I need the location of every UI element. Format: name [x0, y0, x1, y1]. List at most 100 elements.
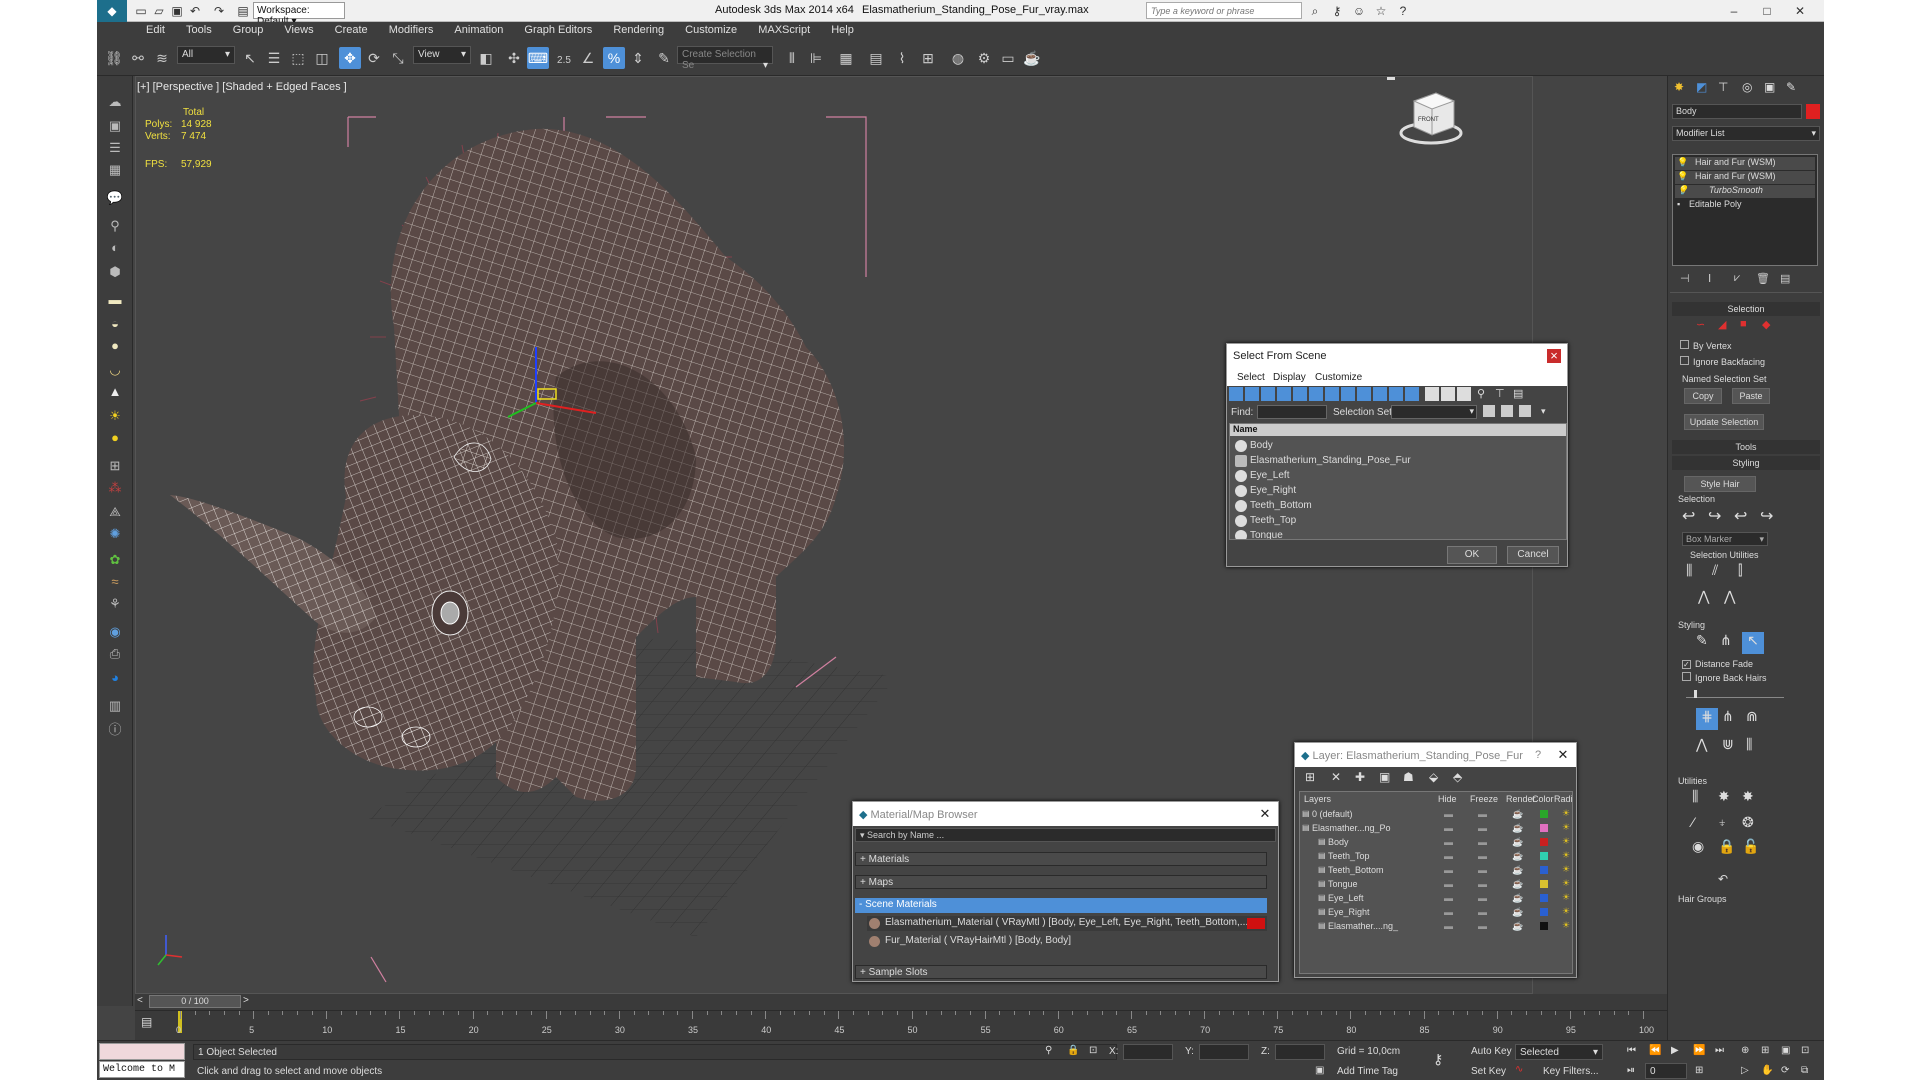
object-name-field[interactable]: Body: [1672, 104, 1802, 119]
bind-space-warp-icon[interactable]: ≋: [151, 47, 173, 69]
minimize-icon[interactable]: –: [1726, 3, 1742, 19]
list-item[interactable]: Fur_Material ( VRayHairMtl ) [Body, Body…: [867, 934, 1267, 949]
time-slider[interactable]: < 0 / 100 >: [135, 994, 1667, 1010]
hide-toggle[interactable]: ▬: [1444, 879, 1453, 889]
radiosity-toggle-icon[interactable]: ☀: [1562, 892, 1570, 903]
display-shapes-icon[interactable]: [1245, 387, 1259, 401]
radiosity-toggle-icon[interactable]: ☀: [1562, 850, 1570, 861]
freeze-all-icon[interactable]: ⬘: [1453, 770, 1462, 784]
table-row[interactable]: ▤ Eye_Right ▬ ▬ ☕ ☀: [1300, 906, 1572, 920]
auto-key-button[interactable]: Auto Key: [1471, 1046, 1512, 1057]
snaps-toggle-icon[interactable]: 2.5: [553, 47, 575, 69]
filter-icon[interactable]: ⚲: [1477, 387, 1491, 401]
modifier-stack-item[interactable]: 💡 Hair and Fur (WSM): [1675, 171, 1815, 184]
command-create-icon[interactable]: ☁: [105, 92, 125, 112]
render-toggle-icon[interactable]: ☕: [1512, 809, 1523, 820]
material-search-input[interactable]: ▾ Search by Name ...: [855, 828, 1276, 842]
previous-frame-icon[interactable]: ⏪: [1649, 1045, 1661, 1056]
layer-color-swatch[interactable]: [1540, 866, 1548, 874]
sfs-menu-select[interactable]: Select: [1237, 372, 1265, 383]
face-icon[interactable]: ■: [1740, 318, 1747, 330]
layer-color-swatch[interactable]: [1540, 880, 1548, 888]
invert-selection-icon[interactable]: ⫼: [1686, 562, 1692, 579]
next-frame-icon[interactable]: ⏩: [1693, 1045, 1705, 1056]
expand-selection-icon[interactable]: ⫿: [1738, 562, 1742, 579]
chat-icon[interactable]: 💬: [105, 188, 125, 208]
table-row[interactable]: ▤ Eye_Left ▬ ▬ ☕ ☀: [1300, 892, 1572, 906]
hide-toggle[interactable]: ▬: [1444, 921, 1453, 931]
freeze-toggle[interactable]: ▬: [1478, 865, 1487, 875]
table-row[interactable]: ▤ Teeth_Top ▬ ▬ ☕ ☀: [1300, 850, 1572, 864]
select-manipulate-icon[interactable]: ✣: [503, 47, 525, 69]
render-toggle-icon[interactable]: ☕: [1512, 823, 1523, 834]
reference-coordinate-dropdown[interactable]: View ▾: [413, 46, 471, 64]
vertex-icon[interactable]: ◢: [1718, 318, 1726, 331]
current-frame-field[interactable]: 0: [1645, 1063, 1687, 1079]
freeze-toggle[interactable]: ▬: [1478, 837, 1487, 847]
hair-cut-icon[interactable]: ⋔: [1720, 632, 1732, 649]
stand-hair-icon[interactable]: ⋔: [1722, 708, 1734, 725]
select-object-icon[interactable]: ↖: [239, 47, 261, 69]
select-none-icon[interactable]: [1441, 387, 1455, 401]
search-field[interactable]: Type a keyword or phrase: [1146, 2, 1302, 19]
menu-customize[interactable]: Customize: [676, 22, 746, 36]
render-toggle-icon[interactable]: ☕: [1512, 851, 1523, 862]
material-editor-icon[interactable]: ◍: [947, 47, 969, 69]
key-icon[interactable]: ⚷: [1329, 3, 1345, 19]
hair-icon[interactable]: ≈: [105, 572, 125, 592]
hair-brush-icon[interactable]: ✎: [1696, 632, 1708, 649]
select-whole-guide-icon[interactable]: ↪: [1708, 506, 1721, 526]
display-tab-icon[interactable]: ▣: [1764, 80, 1775, 94]
ok-button[interactable]: OK: [1447, 546, 1497, 564]
layer-dialog-help-icon[interactable]: ?: [1535, 749, 1541, 761]
radiosity-toggle-icon[interactable]: ☀: [1562, 920, 1570, 931]
maxscript-listener[interactable]: Welcome to M: [99, 1061, 185, 1078]
ignore-back-hairs-row[interactable]: Ignore Back Hairs: [1682, 672, 1767, 684]
unlink-icon[interactable]: ⚯: [127, 47, 149, 69]
cone-icon[interactable]: ▲: [105, 382, 125, 402]
object-color-swatch[interactable]: [1806, 104, 1820, 119]
scale-hair-icon[interactable]: ⫼: [1746, 736, 1752, 753]
ignore-backfacing-checkbox[interactable]: [1680, 356, 1689, 365]
time-slider-next[interactable]: >: [243, 995, 249, 1006]
select-scale-icon[interactable]: ⤡: [387, 47, 409, 69]
pop-selected-icon[interactable]: ✸: [1718, 788, 1730, 805]
configure-sets-icon[interactable]: ▤: [1780, 272, 1790, 285]
rendered-frame-icon[interactable]: ▭: [997, 47, 1019, 69]
layer-dialog-close-icon[interactable]: ✕: [1556, 748, 1570, 762]
select-in-layer-icon[interactable]: ▣: [1379, 770, 1390, 784]
radiosity-toggle-icon[interactable]: ☀: [1562, 878, 1570, 889]
blue-sphere-icon[interactable]: ◕: [105, 668, 125, 688]
set-key-button[interactable]: Set Key: [1471, 1066, 1506, 1077]
lightbulb-icon[interactable]: 💡: [1677, 185, 1688, 196]
field-of-view-icon[interactable]: ▷: [1741, 1065, 1749, 1076]
box-primitive-icon[interactable]: ▬: [105, 290, 125, 310]
select-rotate-icon[interactable]: ⟳: [363, 47, 385, 69]
globe-icon[interactable]: ✺: [105, 524, 125, 544]
zoom-extents-all-icon[interactable]: ⊡: [1801, 1045, 1809, 1056]
color-column[interactable]: Color: [1532, 794, 1554, 804]
curve-editor-icon[interactable]: ⌇: [891, 47, 913, 69]
mirror-icon[interactable]: ⫴: [781, 47, 803, 69]
layer-color-swatch[interactable]: [1540, 838, 1548, 846]
display-cameras-icon[interactable]: [1277, 387, 1291, 401]
home-icon[interactable]: [1386, 69, 1396, 80]
layer-color-swatch[interactable]: [1540, 824, 1548, 832]
radiosity-toggle-icon[interactable]: ☀: [1562, 906, 1570, 917]
plant-icon[interactable]: ✿: [105, 550, 125, 570]
element-icon[interactable]: ◆: [1762, 318, 1770, 331]
expand-icon[interactable]: ▪: [1677, 199, 1680, 209]
radiosity-column[interactable]: Radiosity: [1554, 794, 1572, 804]
star-icon[interactable]: ☆: [1373, 3, 1389, 19]
hide-all-icon[interactable]: ⬙: [1429, 770, 1438, 784]
time-tag-icon[interactable]: ▣: [1315, 1065, 1324, 1076]
layer-dialog-title-bar[interactable]: ◆ Layer: Elasmatherium_Standing_Pose_Fur: [1295, 743, 1576, 767]
hide-column[interactable]: Hide: [1438, 794, 1457, 804]
user-icon[interactable]: ☺: [1351, 3, 1367, 19]
hide-toggle[interactable]: ▬: [1444, 837, 1453, 847]
align-icon[interactable]: ⊫: [805, 47, 827, 69]
material-browser-close-icon[interactable]: ✕: [1258, 807, 1272, 821]
menu-graph-editors[interactable]: Graph Editors: [515, 22, 601, 36]
y-coordinate-field[interactable]: [1199, 1044, 1249, 1060]
freeze-toggle[interactable]: ▬: [1478, 879, 1487, 889]
